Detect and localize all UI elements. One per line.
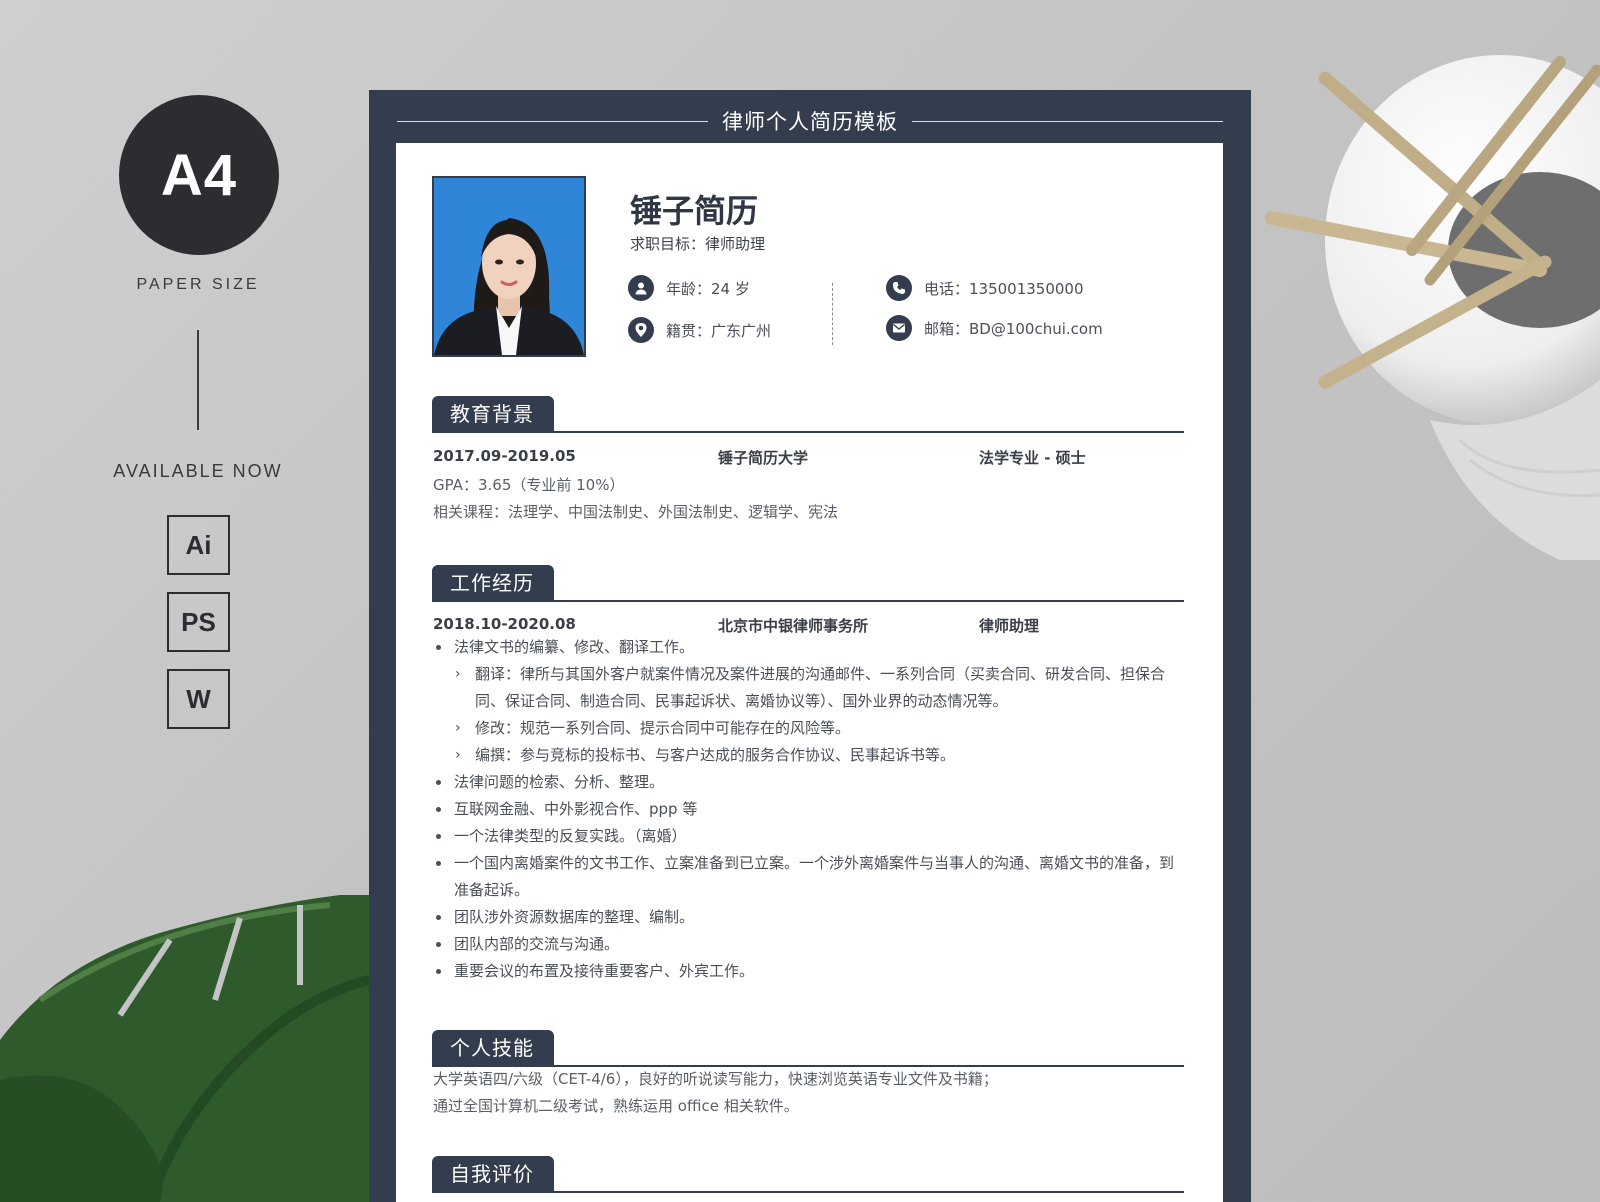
skills-line-1: 大学英语四/六级（CET-4/6），良好的听说读写能力，快速浏览英语专业文件及书… [433, 1070, 998, 1088]
paper-size-label: PAPER SIZE [136, 276, 260, 293]
info-phone: 电话：135001350000 [886, 275, 1084, 301]
title-rule-left [397, 120, 708, 122]
info-email: 邮箱：BD@100chui.com [886, 315, 1103, 341]
work-section-header: 工作经历 [432, 564, 1184, 602]
hometown-text: 籍贯：广东广州 [666, 321, 772, 340]
phone-icon [886, 275, 912, 301]
location-pin-icon [628, 317, 654, 343]
education-section-header: 教育背景 [432, 395, 1184, 433]
education-school: 锤子简历大学 [718, 449, 809, 467]
list-item: 团队涉外资源数据库的整理、编制。 [433, 904, 1185, 931]
skills-line-2: 通过全国计算机二级考试，熟练运用 office 相关软件。 [433, 1097, 799, 1115]
person-icon [628, 275, 654, 301]
age-text: 年龄：24 岁 [666, 279, 750, 298]
word-format-icon: W [167, 669, 230, 729]
self-evaluation-heading: 自我评价 [432, 1156, 554, 1192]
mail-icon [886, 315, 912, 341]
education-gpa: GPA：3.65（专业前 10%） [433, 476, 625, 494]
available-now-label: AVAILABLE NOW [113, 461, 283, 481]
resume-paper: 锤子简历 求职目标：律师助理 年龄：24 岁 籍贯：广东广州 电话：135001… [396, 143, 1223, 1202]
list-item: 一个国内离婚案件的文书工作、立案准备到已立案。一个涉外离婚案件与当事人的沟通、离… [433, 850, 1185, 904]
list-item: 重要会议的布置及接待重要客户、外宾工作。 [433, 958, 1185, 985]
list-item: 互联网金融、中外影视合作、ppp 等 [433, 796, 1185, 823]
self-evaluation-section-header: 自我评价 [432, 1155, 1184, 1193]
work-period: 2018.10-2020.08 [433, 615, 576, 633]
education-courses: 相关课程：法理学、中国法制史、外国法制史、逻辑学、宪法 [433, 503, 839, 521]
work-duties-list: 法律文书的编纂、修改、翻译工作。 翻译：律所与其国外客户就案件情况及案件进展的沟… [433, 634, 1185, 985]
sub-list-item: 修改：规范一系列合同、提示合同中可能存在的风险等。 [433, 715, 1185, 742]
info-hometown: 籍贯：广东广州 [628, 317, 771, 343]
skills-section-header: 个人技能 [432, 1029, 1184, 1067]
phone-text: 电话：135001350000 [924, 279, 1084, 298]
template-title-row: 律师个人简历模板 [397, 104, 1223, 138]
info-divider [832, 283, 833, 345]
divider-line [197, 330, 199, 430]
reed-sticks [1265, 56, 1600, 389]
sub-list-item: 翻译：律所与其国外客户就案件情况及案件进展的沟通邮件、一系列合同（买卖合同、研发… [433, 661, 1185, 715]
list-item: 一个法律类型的反复实践。（离婚） [433, 823, 1185, 850]
work-company: 北京市中银律师事务所 [718, 617, 869, 635]
work-role: 律师助理 [979, 617, 1040, 635]
profile-photo [432, 176, 586, 357]
list-item: 法律问题的检索、分析、整理。 [433, 769, 1185, 796]
vase-illustration [1325, 55, 1600, 560]
list-item: 法律文书的编纂、修改、翻译工作。 [433, 634, 1185, 661]
job-objective: 求职目标：律师助理 [630, 235, 766, 253]
education-heading: 教育背景 [432, 396, 554, 432]
work-heading: 工作经历 [432, 565, 554, 601]
info-age: 年龄：24 岁 [628, 275, 750, 301]
education-period: 2017.09-2019.05 [433, 447, 576, 465]
title-rule-right [912, 120, 1223, 122]
email-text: 邮箱：BD@100chui.com [924, 319, 1103, 338]
paper-size-badge: A4 [119, 95, 279, 255]
monstera-leaf-illustration [0, 895, 371, 1202]
skills-heading: 个人技能 [432, 1030, 554, 1066]
portrait-illustration [434, 218, 584, 355]
sub-list-item: 编撰：参与竞标的投标书、与客户达成的服务合作协议、民事起诉书等。 [433, 742, 1185, 769]
template-title: 律师个人简历模板 [722, 110, 898, 134]
education-major: 法学专业 - 硕士 [979, 449, 1086, 467]
illustrator-format-icon: Ai [167, 515, 230, 575]
photoshop-format-icon: PS [167, 592, 230, 652]
list-item: 团队内部的交流与沟通。 [433, 931, 1185, 958]
resume-sheet: 律师个人简历模板 锤子简历 求职目标：律师助理 年龄：24 岁 籍贯：广东广州 … [369, 90, 1251, 1202]
candidate-name: 锤子简历 [630, 192, 759, 230]
